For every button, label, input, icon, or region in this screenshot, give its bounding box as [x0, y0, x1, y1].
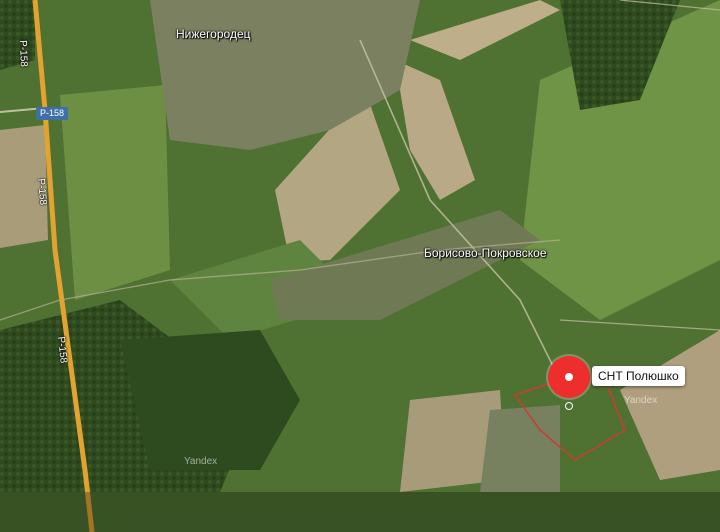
highway-label-upper: Р-158	[35, 178, 49, 206]
highway-label-top: Р-158	[17, 40, 29, 68]
yandex-watermark-right: Yandex	[624, 395, 658, 406]
place-label-borisovo-pokrovskoe[interactable]: Борисово-Покровское	[424, 246, 547, 260]
highway-shield-r158: Р-158	[36, 107, 69, 120]
bottom-overlay-strip	[0, 492, 720, 532]
marker-callout-snt-polyushko[interactable]: СНТ Полюшко	[592, 366, 685, 386]
satellite-terrain	[0, 0, 720, 532]
pin-anchor-point	[565, 402, 573, 410]
place-label-nizhegorodets[interactable]: Нижегородец	[176, 27, 251, 41]
satellite-map[interactable]: Р-158 Р-158 Р-158 Р-158 Нижегородец Бори…	[0, 0, 720, 532]
location-pin-icon[interactable]	[548, 356, 590, 398]
pin-center-dot	[565, 373, 573, 381]
yandex-watermark-bottom: Yandex	[184, 456, 218, 467]
